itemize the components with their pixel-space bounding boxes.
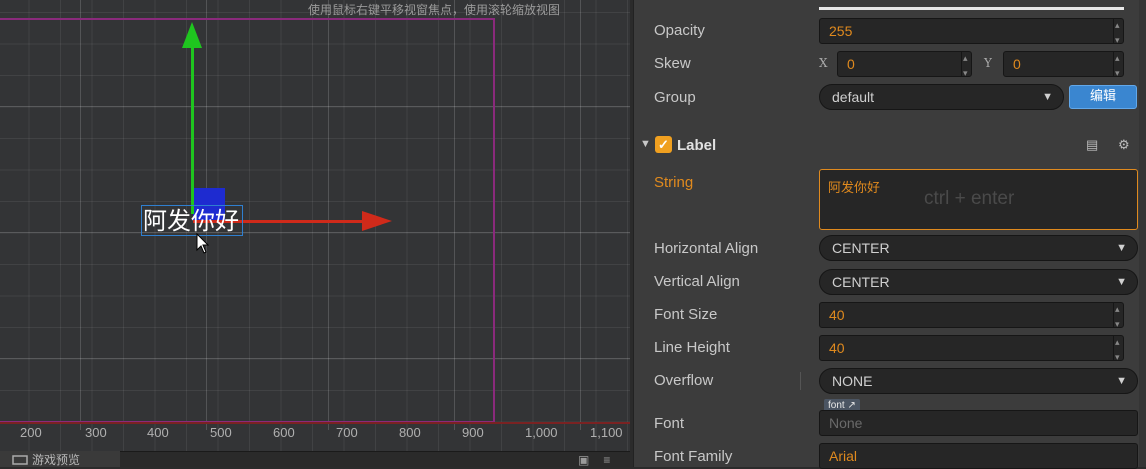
string-label: String — [654, 174, 694, 191]
dropdown-arrow-icon: ▼ — [1116, 375, 1127, 387]
preview-monitor-icon — [12, 455, 28, 465]
skew-x-stepper[interactable] — [961, 46, 971, 85]
panel-controls: ▣≡ — [578, 453, 624, 467]
inspector-panel: Opacity 255 Skew X 0 Y 0 Group default ▼… — [633, 0, 1146, 469]
help-book-icon[interactable]: ▤ — [1086, 137, 1098, 153]
font-asset-field[interactable]: None — [819, 410, 1138, 436]
dropdown-arrow-icon: ▼ — [1116, 276, 1127, 288]
label-component-title: Label — [677, 137, 717, 154]
opacity-input[interactable]: 255 — [819, 13, 1124, 52]
grid-line — [580, 0, 581, 430]
vertical-align-label: Vertical Align — [654, 273, 740, 290]
skew-y-label: Y — [984, 56, 992, 70]
font-label: Font — [654, 415, 685, 432]
skew-y-stepper[interactable] — [1113, 46, 1123, 85]
skew-x-input[interactable]: 0 — [837, 46, 972, 85]
horizontal-align-label: Horizontal Align — [654, 240, 759, 257]
scene-view[interactable]: 使用鼠标右键平移视窗焦点，使用滚轮缩放视图 200 300 400 500 60… — [0, 0, 630, 467]
font-size-label: Font Size — [654, 306, 718, 323]
skew-label: Skew — [654, 55, 691, 72]
ruler-label: 1,000 — [525, 425, 558, 440]
line-height-value: 40 — [829, 340, 845, 356]
vertical-align-select[interactable]: CENTER ▼ — [819, 269, 1138, 295]
ruler-label: 900 — [462, 425, 484, 440]
color-field-strip[interactable] — [819, 0, 1124, 10]
collapse-arrow-icon[interactable]: ▼ — [640, 138, 651, 150]
gizmo-x-arrow-icon[interactable] — [362, 211, 392, 231]
row-divider — [800, 372, 801, 390]
string-value: 阿发你好 — [828, 181, 881, 196]
gizmo-y-arrow-icon[interactable] — [182, 22, 202, 48]
ruler-label: 700 — [336, 425, 358, 440]
label-component-header[interactable]: ▼ ✓ Label ▤ ⚙ — [634, 131, 1139, 159]
overflow-value: NONE — [832, 373, 873, 389]
ruler-label: 800 — [399, 425, 421, 440]
overflow-label: Overflow — [654, 372, 714, 389]
skew-x-label: X — [819, 56, 828, 70]
gizmo-y-axis[interactable] — [191, 42, 194, 214]
horizontal-align-value: CENTER — [832, 240, 890, 256]
menu-icon[interactable]: ≡ — [603, 453, 624, 467]
opacity-stepper[interactable] — [1113, 13, 1123, 52]
enabled-checkbox[interactable]: ✓ — [655, 136, 672, 153]
font-family-input[interactable]: Arial — [819, 443, 1138, 469]
skew-y-input[interactable]: 0 — [1003, 46, 1124, 85]
preview-tab-label: 游戏预览 — [32, 453, 81, 467]
ruler-label: 1,100 — [590, 425, 623, 440]
ruler-label: 300 — [85, 425, 107, 440]
popout-icon[interactable]: ▣ — [578, 453, 603, 467]
ruler-label: 400 — [147, 425, 169, 440]
skew-y-value: 0 — [1013, 56, 1021, 72]
vertical-align-value: CENTER — [832, 274, 890, 290]
gear-icon[interactable]: ⚙ — [1118, 137, 1130, 153]
group-select[interactable]: default ▼ — [819, 84, 1064, 110]
inspector-scrollbar[interactable] — [1139, 0, 1146, 467]
scene-hint-text: 使用鼠标右键平移视窗焦点，使用滚轮缩放视图 — [308, 3, 561, 17]
group-label: Group — [654, 89, 696, 106]
overflow-select[interactable]: NONE ▼ — [819, 368, 1138, 394]
skew-x-value: 0 — [847, 56, 855, 72]
font-family-label: Font Family — [654, 448, 733, 465]
string-textarea[interactable]: 阿发你好 ctrl + enter — [819, 169, 1138, 230]
edit-group-button[interactable]: 编辑 — [1069, 85, 1137, 109]
line-height-stepper[interactable] — [1113, 330, 1123, 369]
group-value: default — [832, 89, 875, 105]
label-node-text[interactable]: 阿发你好 — [143, 207, 239, 235]
string-placeholder: ctrl + enter — [924, 188, 1015, 209]
ruler-label: 200 — [20, 425, 42, 440]
line-height-input[interactable]: 40 — [819, 330, 1124, 369]
font-size-stepper[interactable] — [1113, 297, 1123, 336]
line-height-label: Line Height — [654, 339, 730, 356]
ruler-label: 500 — [210, 425, 232, 440]
ruler-label: 600 — [273, 425, 295, 440]
opacity-value: 255 — [829, 23, 853, 39]
mouse-cursor-icon — [196, 233, 210, 254]
font-size-value: 40 — [829, 307, 845, 323]
font-family-value: Arial — [829, 448, 858, 464]
ruler-axis-line — [0, 422, 630, 424]
horizontal-align-select[interactable]: CENTER ▼ — [819, 235, 1138, 261]
dropdown-arrow-icon: ▼ — [1042, 91, 1053, 103]
font-size-input[interactable]: 40 — [819, 297, 1124, 336]
font-value: None — [829, 415, 863, 431]
opacity-label: Opacity — [654, 22, 705, 39]
dropdown-arrow-icon: ▼ — [1116, 242, 1127, 254]
